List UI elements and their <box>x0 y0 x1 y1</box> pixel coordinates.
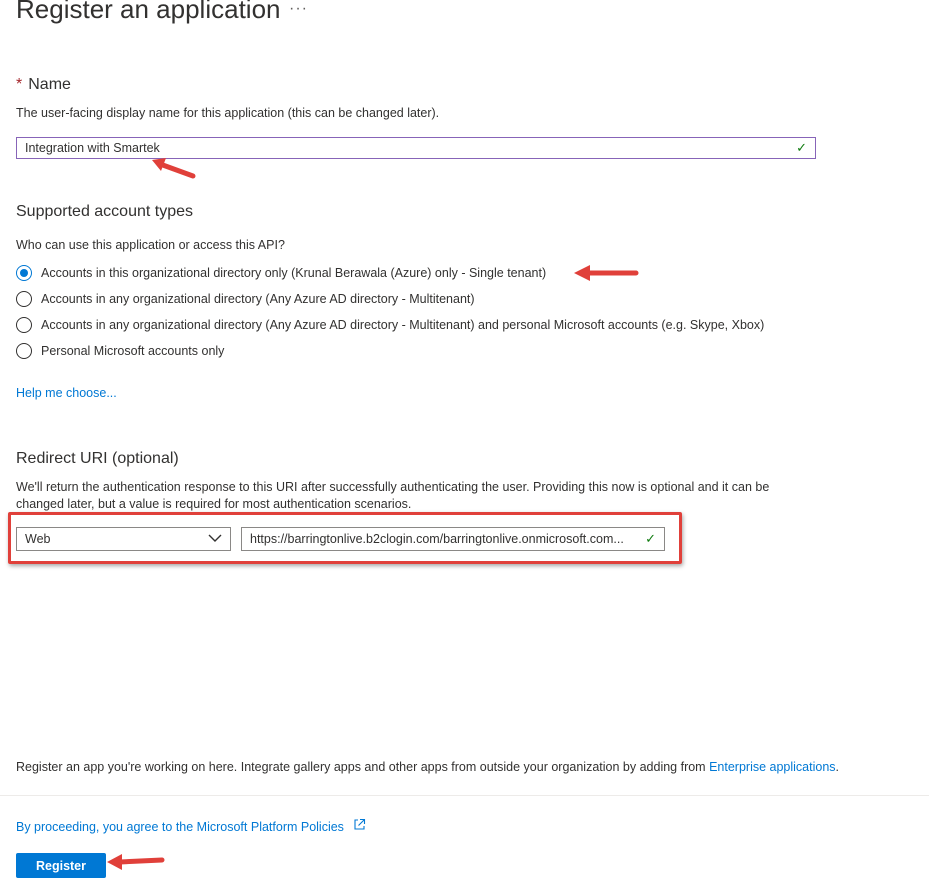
platform-select-value: Web <box>25 532 51 546</box>
redirect-description-line2: changed later, but a value is required f… <box>16 497 412 511</box>
redirect-uri-heading: Redirect URI (optional) <box>16 450 179 467</box>
page-title: Register an application <box>16 0 281 24</box>
register-button[interactable]: Register <box>16 853 106 878</box>
check-icon: ✓ <box>645 531 656 546</box>
radio-option-multitenant[interactable]: Accounts in any organizational directory… <box>16 291 475 307</box>
platform-policies-label[interactable]: By proceeding, you agree to the Microsof… <box>16 820 344 834</box>
annotation-arrow-icon <box>107 854 165 870</box>
chevron-down-icon <box>208 532 222 546</box>
radio-label: Accounts in any organizational directory… <box>41 318 765 332</box>
redirect-description-line1: We'll return the authentication response… <box>16 480 770 494</box>
name-description: The user-facing display name for this ap… <box>16 106 440 120</box>
radio-button[interactable] <box>16 317 32 333</box>
radio-label: Accounts in any organizational directory… <box>41 292 475 306</box>
name-heading: * Name <box>16 76 71 94</box>
footer-note: Register an app you're working on here. … <box>16 760 839 774</box>
radio-option-personal-only[interactable]: Personal Microsoft accounts only <box>16 343 224 359</box>
radio-button[interactable] <box>16 291 32 307</box>
annotation-arrow-icon <box>152 158 196 179</box>
name-input[interactable]: Integration with Smartek ✓ <box>16 137 816 159</box>
footer-divider <box>0 795 929 796</box>
radio-label: Personal Microsoft accounts only <box>41 344 225 358</box>
platform-select[interactable]: Web <box>16 527 231 551</box>
account-types-heading: Supported account types <box>16 203 194 220</box>
radio-option-single-tenant[interactable]: Accounts in this organizational director… <box>16 265 546 281</box>
check-icon: ✓ <box>796 140 807 155</box>
external-link-icon <box>353 818 366 834</box>
redirect-uri-input[interactable]: https://barringtonlive.b2clogin.com/barr… <box>241 527 665 551</box>
name-heading-label: Name <box>28 76 71 93</box>
enterprise-applications-link[interactable]: Enterprise applications <box>709 760 835 774</box>
redirect-uri-value[interactable]: https://barringtonlive.b2clogin.com/barr… <box>250 532 645 546</box>
account-types-question: Who can use this application or access t… <box>16 238 285 252</box>
annotation-arrow-icon <box>574 265 639 281</box>
name-input-value[interactable]: Integration with Smartek <box>25 141 796 155</box>
help-me-choose-link[interactable]: Help me choose... <box>16 386 117 400</box>
platform-policies-link[interactable]: By proceeding, you agree to the Microsof… <box>16 818 366 834</box>
required-mark: * <box>16 76 23 93</box>
footer-note-text: Register an app you're working on here. … <box>16 760 710 774</box>
radio-option-multitenant-personal[interactable]: Accounts in any organizational directory… <box>16 317 764 333</box>
more-options-button[interactable]: ··· <box>289 0 308 18</box>
radio-label: Accounts in this organizational director… <box>41 266 547 280</box>
radio-button[interactable] <box>16 265 32 281</box>
footer-note-end: . <box>835 760 840 774</box>
radio-button[interactable] <box>16 343 32 359</box>
